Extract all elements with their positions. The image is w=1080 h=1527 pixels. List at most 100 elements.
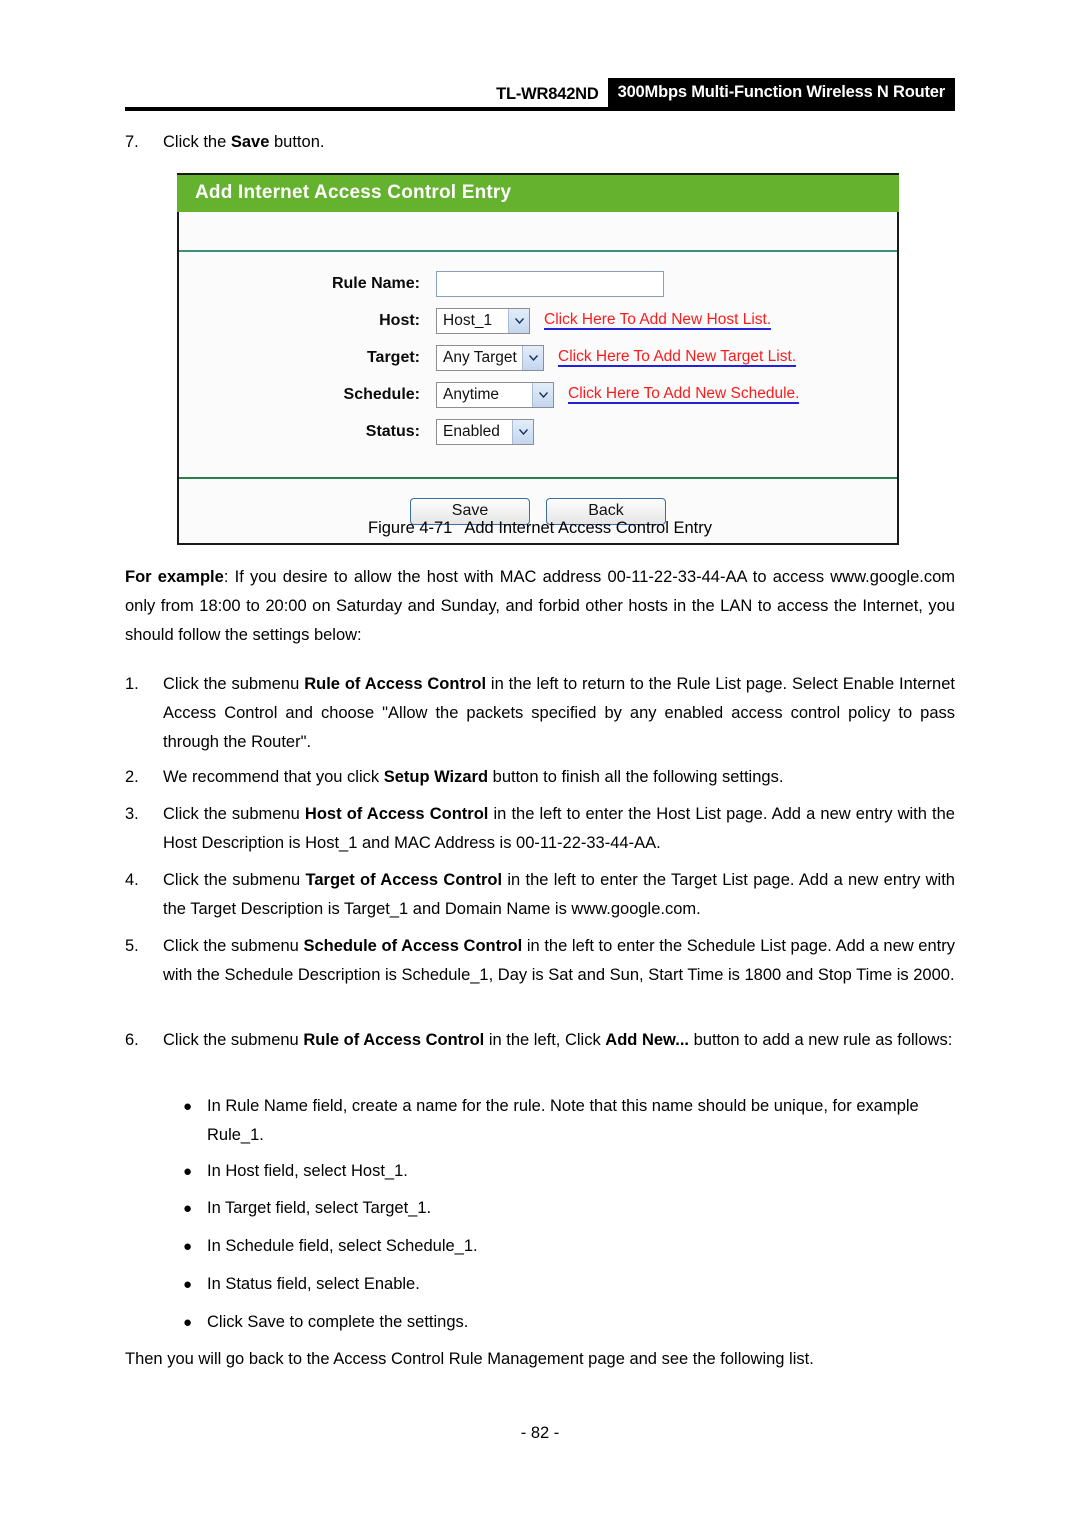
form-row-schedule: Schedule: Anytime Click Here To Add New …	[179, 381, 897, 409]
step-2-text: We recommend that you click Setup Wizard…	[163, 763, 955, 792]
schedule-select[interactable]: Anytime	[436, 382, 554, 408]
header-title-group: TL-WR842ND 300Mbps Multi-Function Wirele…	[496, 78, 955, 107]
chevron-down-icon	[522, 346, 543, 370]
schedule-select-value: Anytime	[443, 386, 499, 403]
step-3-text: Click the submenu Host of Access Control…	[163, 800, 955, 858]
panel-title: Add Internet Access Control Entry	[177, 173, 899, 212]
bullet-icon: ●	[183, 1314, 193, 1331]
emphasis-text: Add New...	[605, 1031, 690, 1049]
host-select[interactable]: Host_1	[436, 308, 530, 334]
step-7: 7. Click the Save button.	[125, 128, 955, 157]
chevron-down-icon	[508, 309, 529, 333]
step-7-text-before: Click the	[163, 133, 231, 151]
list-item: ● In Status field, select Enable.	[183, 1270, 955, 1299]
step-4: 4. Click the submenu Target of Access Co…	[125, 866, 955, 924]
bullet-text: In Target field, select Target_1.	[207, 1199, 432, 1217]
for-example-paragraph: For example: If you desire to allow the …	[125, 563, 955, 650]
add-new-target-list-link[interactable]: Click Here To Add New Target List.	[558, 348, 797, 368]
form-row-status: Status: Enabled	[179, 418, 897, 446]
step-6-number: 6.	[125, 1031, 139, 1049]
page-number: - 82 -	[520, 1424, 560, 1442]
page-header: TL-WR842ND 300Mbps Multi-Function Wirele…	[0, 78, 1080, 114]
router-config-panel: Add Internet Access Control Entry Rule N…	[177, 173, 899, 545]
plain-text: in the left, Click	[484, 1031, 606, 1049]
emphasis-text: Host of Access Control	[304, 805, 489, 823]
figure-number: Figure 4-71	[367, 519, 453, 537]
step-7-text-after: button.	[269, 133, 325, 151]
rule-name-label: Rule Name:	[331, 275, 420, 292]
plain-text: Click the submenu	[163, 1031, 304, 1049]
plain-text: Click the submenu	[163, 675, 305, 693]
step-3-number: 3.	[125, 805, 139, 823]
bullet-text: Click Save to complete the settings.	[207, 1313, 469, 1331]
chevron-down-icon	[532, 383, 553, 407]
closing-paragraph: Then you will go back to the Access Cont…	[125, 1350, 814, 1368]
step-5-text: Click the submenu Schedule of Access Con…	[163, 932, 955, 990]
step-7-text: Click the Save button.	[163, 128, 955, 157]
step-7-number: 7.	[125, 133, 139, 151]
step-1-number: 1.	[125, 675, 139, 693]
status-select[interactable]: Enabled	[436, 419, 534, 445]
step-1-text: Click the submenu Rule of Access Control…	[163, 670, 955, 757]
emphasis-text: Target of Access Control	[305, 871, 503, 889]
panel-form-body: Rule Name: Host: Host_1 Click Here To Ad…	[179, 252, 897, 465]
list-item: ● In Rule Name field, create a name for …	[183, 1092, 955, 1150]
schedule-label: Schedule:	[343, 386, 420, 403]
bullet-icon: ●	[183, 1200, 193, 1217]
plain-text: Click the submenu	[163, 871, 306, 889]
bullet-icon: ●	[183, 1238, 193, 1255]
plain-text: Click the submenu	[163, 805, 305, 823]
bullet-icon: ●	[183, 1163, 193, 1180]
step-2: 2. We recommend that you click Setup Wiz…	[125, 763, 955, 792]
host-select-value: Host_1	[443, 312, 493, 329]
step-5: 5. Click the submenu Schedule of Access …	[125, 932, 955, 990]
target-select-value: Any Target	[443, 349, 517, 366]
bullet-text: In Rule Name field, create a name for th…	[207, 1097, 919, 1144]
figure-caption: Figure 4-71 Add Internet Access Control E…	[0, 519, 1080, 538]
chevron-down-icon	[512, 420, 533, 444]
panel-title-spacer	[179, 212, 897, 252]
step-2-number: 2.	[125, 768, 139, 786]
step-3: 3. Click the submenu Host of Access Cont…	[125, 800, 955, 858]
target-select[interactable]: Any Target	[436, 345, 544, 371]
host-label: Host:	[379, 312, 420, 329]
for-example-lead: For example	[125, 568, 224, 586]
emphasis-text: Rule of Access Control	[304, 675, 487, 693]
bullet-icon: ●	[183, 1276, 193, 1293]
bullet-icon: ●	[183, 1098, 193, 1115]
plain-text: Click the submenu	[163, 937, 304, 955]
bullet-text: In Schedule field, select Schedule_1.	[207, 1237, 478, 1255]
router-model-label: TL-WR842ND	[496, 85, 599, 103]
step-6: 6. Click the submenu Rule of Access Cont…	[125, 1026, 955, 1055]
list-item: ● Click Save to complete the settings.	[183, 1308, 955, 1337]
add-new-schedule-link[interactable]: Click Here To Add New Schedule.	[568, 385, 800, 405]
step-1: 1. Click the submenu Rule of Access Cont…	[125, 670, 955, 757]
list-item: ● In Schedule field, select Schedule_1.	[183, 1232, 955, 1261]
emphasis-text: Setup Wizard	[383, 768, 489, 786]
add-new-host-list-link[interactable]: Click Here To Add New Host List.	[544, 311, 772, 331]
list-item: ● In Host field, select Host_1.	[183, 1157, 955, 1186]
emphasis-text: Schedule of Access Control	[303, 937, 523, 955]
bullet-text: In Host field, select Host_1.	[207, 1162, 408, 1180]
plain-text: We recommend that you click	[163, 768, 384, 786]
form-row-rule-name: Rule Name:	[179, 270, 897, 298]
plain-text: button to finish all the following setti…	[488, 768, 784, 786]
rule-name-input[interactable]	[436, 271, 664, 297]
bullet-text: In Status field, select Enable.	[207, 1275, 420, 1293]
step-6-text: Click the submenu Rule of Access Control…	[163, 1026, 955, 1055]
list-item: ● In Target field, select Target_1.	[183, 1194, 955, 1223]
for-example-body: : If you desire to allow the host with M…	[125, 568, 955, 644]
step-4-text: Click the submenu Target of Access Contr…	[163, 866, 955, 924]
step-5-number: 5.	[125, 937, 139, 955]
status-select-value: Enabled	[443, 423, 500, 440]
form-row-host: Host: Host_1 Click Here To Add New Host …	[179, 307, 897, 335]
target-label: Target:	[366, 349, 420, 366]
step-4-number: 4.	[125, 871, 139, 889]
emphasis-text: Rule of Access Control	[303, 1031, 485, 1049]
router-description-label: 300Mbps Multi-Function Wireless N Router	[607, 78, 955, 107]
header-divider-rule	[125, 107, 955, 111]
step-7-bold: Save	[230, 133, 270, 151]
plain-text: button to add a new rule as follows:	[689, 1031, 953, 1049]
figure-title: Add Internet Access Control Entry	[464, 519, 712, 537]
form-row-target: Target: Any Target Click Here To Add New…	[179, 344, 897, 372]
